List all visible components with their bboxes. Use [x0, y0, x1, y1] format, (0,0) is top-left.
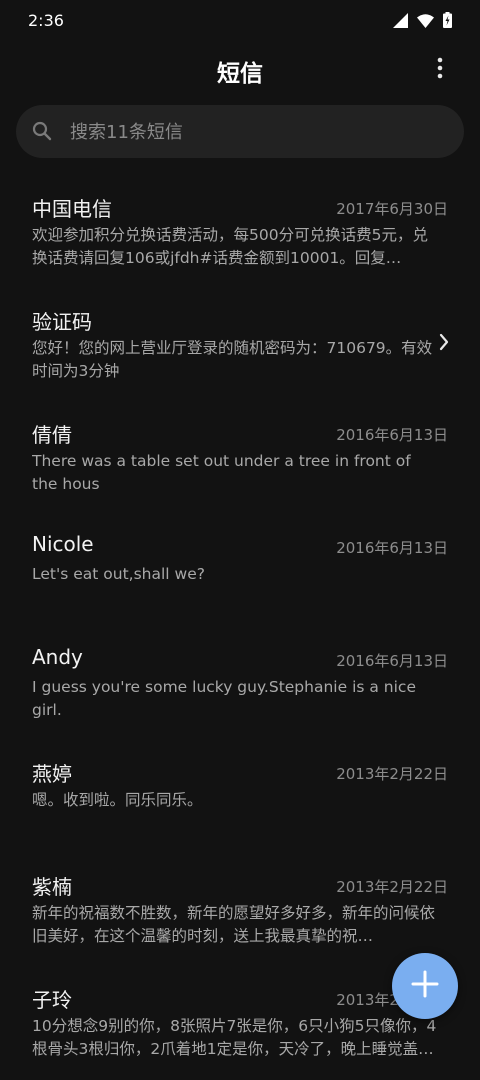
sender-name: 燕婷: [32, 762, 72, 786]
message-date: 2013年2月22日: [336, 765, 448, 783]
message-date: 2016年6月13日: [336, 652, 448, 670]
sender-name: 倩倩: [32, 423, 72, 447]
plus-icon: [411, 970, 439, 1002]
status-time: 2:36: [28, 11, 64, 30]
more-options-button[interactable]: [422, 54, 458, 86]
message-date: 2016年6月13日: [336, 539, 448, 557]
search-input[interactable]: [68, 105, 452, 160]
chevron-right-icon[interactable]: [438, 333, 450, 355]
message-date: 2017年6月30日: [336, 200, 448, 218]
signal-icon: [393, 12, 408, 32]
sender-name: 子玲: [32, 988, 72, 1012]
message-preview: I guess you're some lucky guy.Stephanie …: [32, 678, 416, 719]
conversation-item[interactable]: 紫楠 2013年2月22日 新年的祝福数不胜数，新年的愿望好多好多，新年的问候依…: [0, 854, 480, 967]
conversation-item[interactable]: 验证码 您好！您的网上营业厅登录的随机密码为：710679。有效时间为3分钟: [0, 289, 480, 402]
sender-name: Nicole: [32, 532, 94, 556]
status-icons: [393, 12, 452, 32]
message-preview: Let's eat out,shall we?: [32, 565, 205, 583]
message-preview: 欢迎参加积分兑换话费活动，每500分可兑换话费5元，兑换话费请回复106或jfd…: [32, 226, 428, 267]
conversation-item[interactable]: Andy 2016年6月13日 I guess you're some luck…: [0, 628, 480, 741]
more-vert-icon: [437, 57, 443, 83]
page-title: 短信: [217, 61, 263, 87]
status-bar: 2:36: [0, 0, 480, 40]
message-date: 2016年6月13日: [336, 426, 448, 444]
battery-charging-icon: [443, 12, 452, 32]
sender-name: 紫楠: [32, 875, 72, 899]
search-bar[interactable]: [16, 105, 464, 160]
conversation-item[interactable]: 燕婷 2013年2月22日 嗯。收到啦。同乐同乐。: [0, 741, 480, 854]
message-preview: 您好！您的网上营业厅登录的随机密码为：710679。有效时间为3分钟: [32, 339, 433, 380]
conversation-item[interactable]: Nicole 2016年6月13日 Let's eat out,shall we…: [0, 515, 480, 628]
message-preview: There was a table set out under a tree i…: [32, 452, 411, 493]
sender-name: Andy: [32, 645, 83, 669]
message-preview: 嗯。收到啦。同乐同乐。: [32, 791, 203, 809]
message-preview: 10分想念9别的你，8张照片7张是你，6只小狗5只像你，4根骨头3根归你，2爪着…: [32, 1017, 437, 1058]
wifi-icon: [417, 13, 434, 32]
search-icon: [32, 121, 52, 145]
sender-name: 中国电信: [32, 197, 112, 221]
sender-name: 验证码: [32, 310, 92, 334]
conversation-item[interactable]: 中国电信 2017年6月30日 欢迎参加积分兑换话费活动，每500分可兑换话费5…: [0, 176, 480, 289]
app-bar: 短信: [0, 40, 480, 100]
message-preview: 新年的祝福数不胜数，新年的愿望好多好多，新年的问候依旧美好，在这个温馨的时刻，送…: [32, 904, 436, 945]
conversation-item[interactable]: 倩倩 2016年6月13日 There was a table set out …: [0, 402, 480, 515]
new-message-button[interactable]: [392, 953, 458, 1019]
message-date: 2013年2月22日: [336, 878, 448, 896]
message-list: 中国电信 2017年6月30日 欢迎参加积分兑换话费活动，每500分可兑换话费5…: [0, 176, 480, 1080]
